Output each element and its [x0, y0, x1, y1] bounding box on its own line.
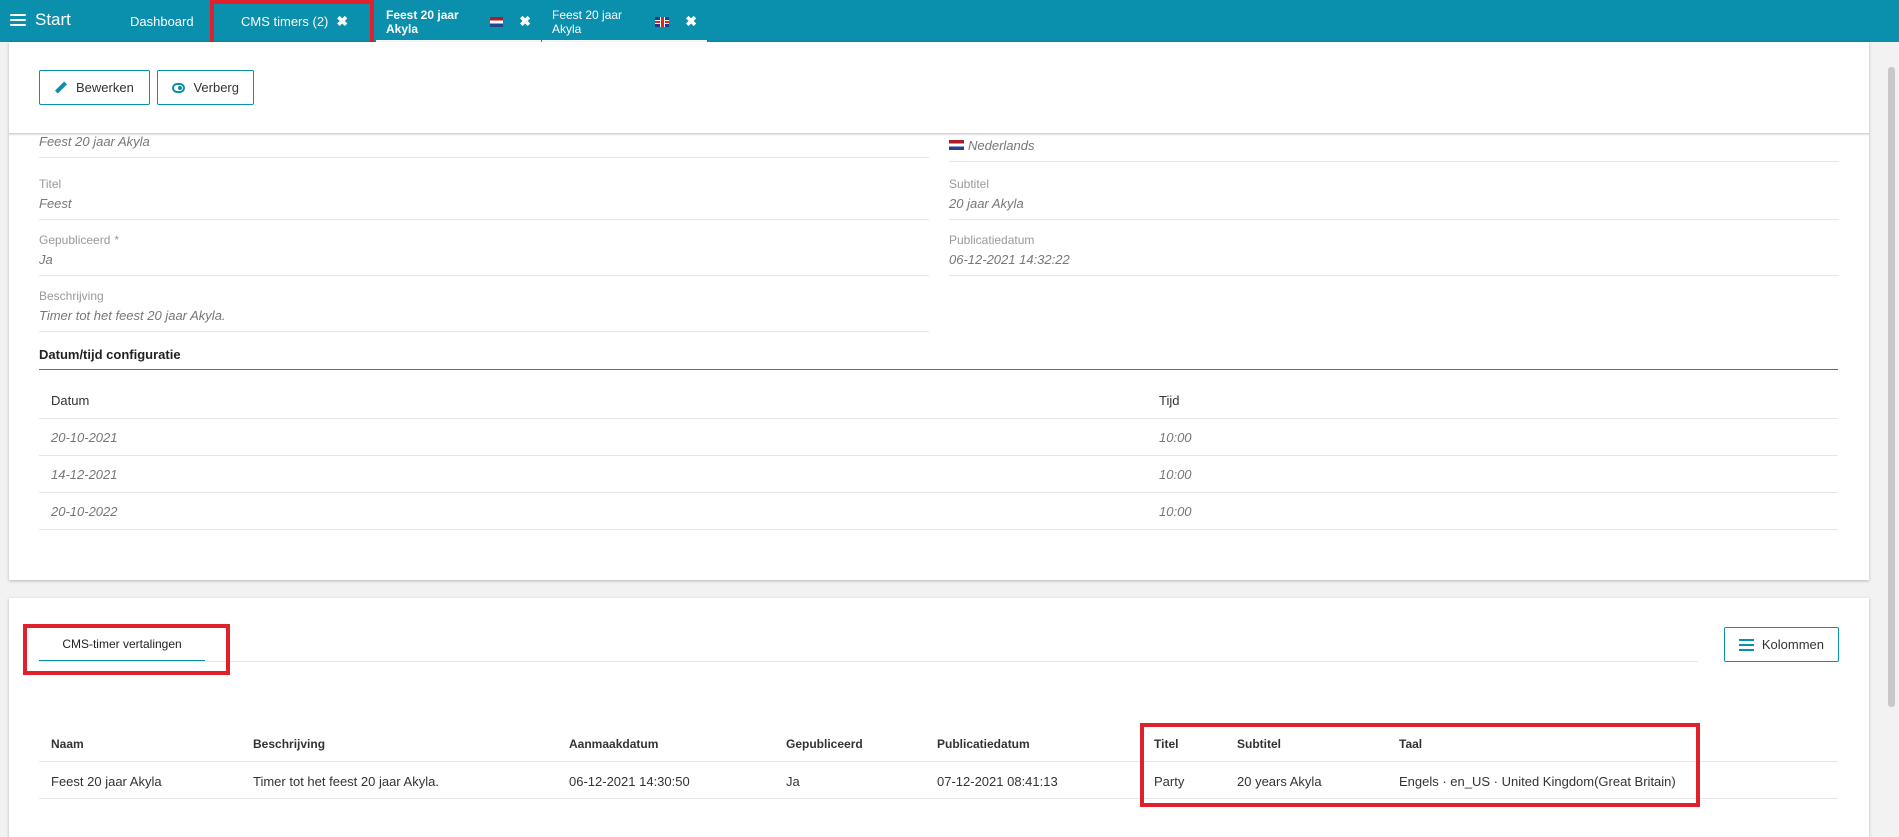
- close-icon[interactable]: ✖: [336, 13, 348, 30]
- time-cell: 10:00: [1159, 467, 1192, 482]
- tab-label: CMS timers (2): [241, 13, 329, 29]
- language-field: Nederlands: [949, 138, 1839, 162]
- tab-cms-timers[interactable]: CMS timers (2) ✖: [241, 0, 348, 42]
- datetime-config-title: Datum/tijd configuratie: [39, 347, 181, 362]
- created-cell: 06-12-2021 14:30:50: [569, 774, 690, 789]
- description-label: Beschrijving: [39, 289, 104, 303]
- table-row[interactable]: 20-10-2021 10:00: [39, 419, 1838, 456]
- datetime-table-header: Datum Tijd: [39, 382, 1838, 419]
- subtab-label: CMS-timer vertalingen: [62, 637, 182, 651]
- netherlands-flag-icon: [489, 16, 504, 27]
- description-value: Timer tot het feest 20 jaar Akyla.: [39, 308, 226, 323]
- name-value: Feest 20 jaar Akyla: [39, 134, 150, 149]
- table-row[interactable]: Feest 20 jaar Akyla Timer tot het feest …: [39, 762, 1838, 799]
- columns-button[interactable]: Kolommen: [1724, 627, 1839, 662]
- pubdate-value: 06-12-2021 14:32:22: [949, 252, 1070, 267]
- column-header-name[interactable]: Naam: [51, 737, 84, 751]
- column-header-time[interactable]: Tijd: [1159, 393, 1179, 408]
- netherlands-flag-icon: [949, 140, 964, 151]
- tab-label: Feest 20 jaar Akyla: [552, 7, 623, 36]
- tab-label: Dashboard: [130, 13, 194, 29]
- published-cell: Ja: [786, 774, 800, 789]
- date-cell: 14-12-2021: [51, 467, 118, 482]
- title-label: Titel: [39, 177, 62, 191]
- name-cell: Feest 20 jaar Akyla: [51, 774, 162, 789]
- tab-dashboard[interactable]: Dashboard: [130, 0, 194, 42]
- published-label-row: Gepubliceerd *: [39, 233, 929, 247]
- hide-button-label: Verberg: [193, 80, 239, 95]
- column-header-created[interactable]: Aanmaakdatum: [569, 737, 658, 751]
- language-value: Nederlands: [949, 138, 1839, 161]
- column-header-title[interactable]: Titel: [1154, 737, 1178, 751]
- date-cell: 20-10-2021: [51, 430, 118, 445]
- section-divider: [39, 369, 1838, 370]
- pubdate-field: Publicatiedatum 06-12-2021 14:32:22: [949, 233, 1839, 276]
- table-row[interactable]: 20-10-2022 10:00: [39, 493, 1838, 530]
- subtitle-label: Subtitel: [949, 177, 990, 191]
- date-cell: 20-10-2022: [51, 504, 118, 519]
- close-icon[interactable]: ✖: [685, 13, 697, 30]
- start-label: Start: [35, 10, 71, 29]
- top-navigation-bar: Start Dashboard CMS timers (2) ✖ Feest 2…: [0, 0, 1899, 42]
- pencil-icon: [54, 81, 68, 95]
- close-icon[interactable]: ✖: [519, 13, 531, 30]
- tab-feest-uk[interactable]: Feest 20 jaar Akyla ✖: [542, 3, 707, 42]
- toggle-icon: [172, 82, 186, 93]
- language-text: Nederlands: [968, 138, 1035, 153]
- columns-button-label: Kolommen: [1761, 637, 1824, 652]
- hide-button[interactable]: Verberg: [157, 70, 254, 105]
- column-header-published[interactable]: Gepubliceerd: [786, 737, 863, 751]
- edit-button[interactable]: Bewerken: [39, 70, 150, 105]
- pubdate-label: Publicatiedatum: [949, 233, 1035, 247]
- column-header-subtitle[interactable]: Subtitel: [1237, 737, 1281, 751]
- language-cell: Engels · en_US · United Kingdom(Great Br…: [1399, 774, 1676, 789]
- start-menu[interactable]: Start: [10, 0, 71, 40]
- published-value: Ja: [39, 252, 53, 267]
- required-marker: *: [114, 233, 120, 247]
- column-header-date[interactable]: Datum: [51, 393, 89, 408]
- title-value: Feest: [39, 196, 72, 211]
- united-kingdom-flag-icon: [655, 16, 670, 27]
- published-label: Gepubliceerd: [39, 233, 111, 247]
- tab-label: Feest 20 jaar Akyla: [386, 7, 459, 36]
- description-field: Beschrijving Timer tot het feest 20 jaar…: [39, 289, 929, 332]
- subtitle-cell: 20 years Akyla: [1237, 774, 1322, 789]
- subtab-divider: [39, 661, 1698, 662]
- time-cell: 10:00: [1159, 504, 1192, 519]
- subtitle-value: 20 jaar Akyla: [949, 196, 1024, 211]
- title-field: Titel Feest: [39, 177, 929, 220]
- column-header-language[interactable]: Taal: [1399, 737, 1422, 751]
- tab-cms-timer-translations[interactable]: CMS-timer vertalingen: [39, 637, 205, 662]
- time-cell: 10:00: [1159, 430, 1192, 445]
- published-field: Gepubliceerd * Ja: [39, 233, 929, 276]
- hamburger-menu-icon[interactable]: [10, 14, 26, 26]
- subtitle-field: Subtitel 20 jaar Akyla: [949, 177, 1839, 220]
- title-cell: Party: [1154, 774, 1185, 789]
- table-row[interactable]: 14-12-2021 10:00: [39, 456, 1838, 493]
- list-icon: [1739, 638, 1754, 651]
- translations-table-header: Naam Beschrijving Aanmaakdatum Gepublice…: [39, 725, 1838, 762]
- edit-button-label: Bewerken: [76, 80, 134, 95]
- column-header-description[interactable]: Beschrijving: [253, 737, 325, 751]
- pubdate-cell: 07-12-2021 08:41:13: [937, 774, 1058, 789]
- page-scrollbar[interactable]: [1885, 42, 1899, 837]
- description-cell: Timer tot het feest 20 jaar Akyla.: [253, 774, 439, 789]
- column-header-pubdate[interactable]: Publicatiedatum: [937, 737, 1030, 751]
- tab-feest-nl[interactable]: Feest 20 jaar Akyla ✖: [376, 3, 541, 42]
- scrollbar-thumb[interactable]: [1888, 67, 1895, 707]
- name-field: Feest 20 jaar Akyla: [39, 134, 929, 158]
- translations-card: [9, 598, 1869, 837]
